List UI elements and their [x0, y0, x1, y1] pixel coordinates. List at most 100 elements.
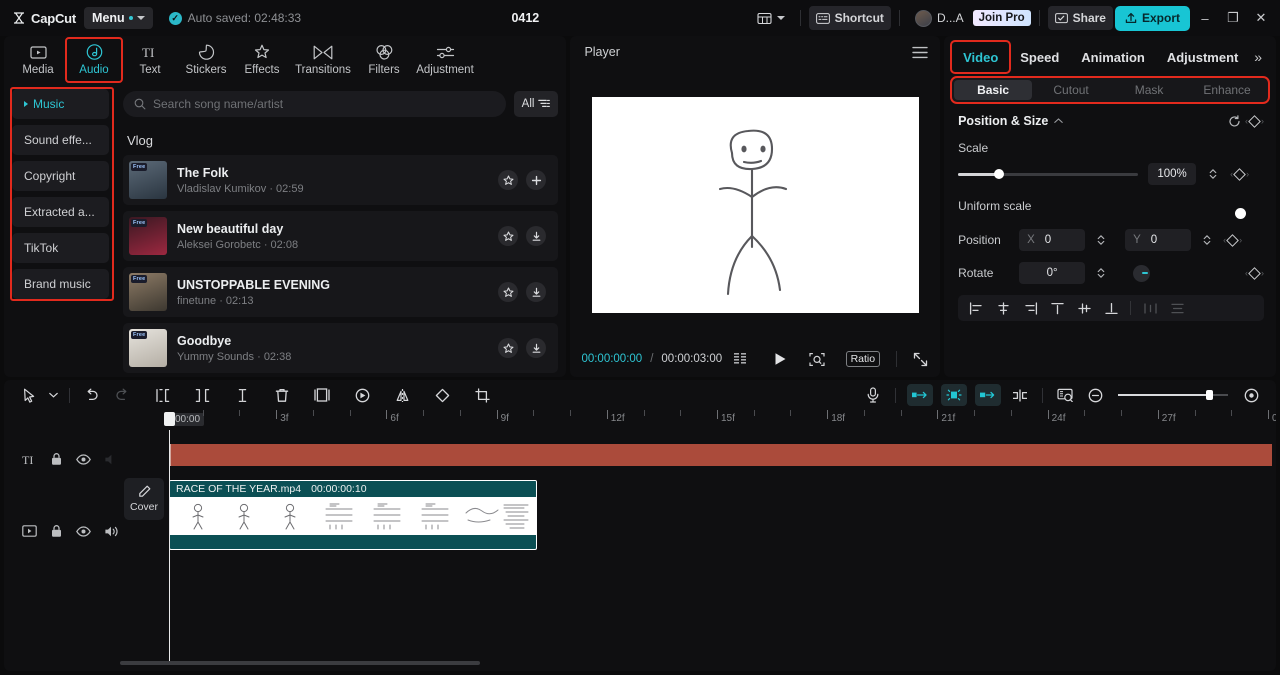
close-button[interactable]: ✕: [1248, 5, 1274, 31]
align-top-icon[interactable]: [1045, 297, 1069, 319]
position-x-stepper[interactable]: [1094, 234, 1108, 246]
distribute-horizontal-icon[interactable]: [1138, 297, 1162, 319]
playhead[interactable]: [164, 412, 175, 661]
delete-icon[interactable]: [267, 382, 297, 408]
lock-icon[interactable]: [50, 452, 63, 466]
trim-right-icon[interactable]: [227, 382, 257, 408]
subtab-basic[interactable]: Basic: [954, 80, 1033, 100]
eye-icon[interactable]: [76, 525, 91, 537]
align-middle-icon[interactable]: [1072, 297, 1096, 319]
crop-icon[interactable]: [467, 382, 497, 408]
category-sound-effects[interactable]: Sound effe...: [12, 125, 109, 155]
tab-effects[interactable]: Effects: [234, 38, 290, 82]
favorite-button[interactable]: [498, 338, 519, 358]
category-copyright[interactable]: Copyright: [12, 161, 109, 191]
category-brand-music[interactable]: Brand music: [12, 269, 109, 299]
tab-adjustment[interactable]: Adjustment: [1156, 42, 1250, 72]
favorite-button[interactable]: [498, 170, 519, 190]
rotate-dial[interactable]: [1133, 264, 1151, 282]
frames-view-icon[interactable]: [734, 352, 752, 366]
scale-slider-knob[interactable]: [994, 169, 1005, 179]
align-bottom-icon[interactable]: [1099, 297, 1123, 319]
menu-button[interactable]: Menu: [84, 7, 153, 29]
search-input[interactable]: [153, 97, 495, 111]
scale-slider[interactable]: [958, 169, 1139, 179]
tab-speed[interactable]: Speed: [1009, 42, 1070, 72]
filter-all-button[interactable]: All: [513, 91, 559, 117]
freeze-frame-icon[interactable]: [307, 382, 337, 408]
list-item[interactable]: Free New beautiful day Aleksei Gorobetc …: [123, 211, 559, 261]
tab-video[interactable]: Video: [950, 40, 1012, 74]
account-button[interactable]: D...A: [908, 6, 971, 30]
timeline-horizontal-scrollbar[interactable]: [120, 661, 480, 665]
scale-value[interactable]: 100%: [1148, 163, 1197, 185]
join-pro-button[interactable]: Join Pro: [972, 10, 1031, 26]
maximize-button[interactable]: ❐: [1220, 5, 1246, 31]
tab-stickers[interactable]: Stickers: [178, 38, 234, 82]
download-button[interactable]: [526, 282, 547, 302]
reset-icon[interactable]: [1228, 114, 1241, 128]
tab-transitions[interactable]: Transitions: [290, 38, 356, 82]
split-clip-icon[interactable]: [1005, 382, 1035, 408]
preview-canvas[interactable]: [591, 96, 919, 313]
align-right-icon[interactable]: [1018, 297, 1042, 319]
tab-audio[interactable]: Audio: [65, 36, 123, 83]
align-center-horizontal-icon[interactable]: [991, 297, 1015, 319]
favorite-button[interactable]: [498, 226, 519, 246]
video-clip[interactable]: RACE OF THE YEAR.mp4 00:00:00:10: [169, 480, 537, 550]
subtab-mask[interactable]: Mask: [1110, 80, 1188, 100]
select-tool-dropdown-icon[interactable]: [44, 382, 62, 408]
text-track-clip[interactable]: [169, 444, 1272, 466]
rotate-value[interactable]: 0°: [1019, 262, 1086, 284]
lock-icon[interactable]: [50, 524, 63, 538]
tab-filters[interactable]: Filters: [356, 38, 412, 82]
redo-icon[interactable]: [107, 382, 137, 408]
timeline-zoom-slider[interactable]: [1118, 390, 1228, 400]
rotate-stepper[interactable]: [1094, 267, 1108, 279]
snap-right-icon[interactable]: [975, 384, 1001, 406]
subtab-cutout[interactable]: Cutout: [1032, 80, 1110, 100]
mirror-icon[interactable]: [387, 382, 417, 408]
thumbnail-toggle-icon[interactable]: [1050, 382, 1080, 408]
keyframe-control[interactable]: ‹ ›: [1245, 114, 1264, 128]
position-y-stepper[interactable]: [1200, 234, 1214, 246]
speaker-icon[interactable]: [104, 525, 120, 538]
ratio-button[interactable]: Ratio: [845, 351, 881, 367]
zoom-preview-icon[interactable]: [808, 352, 825, 367]
favorite-button[interactable]: [498, 282, 519, 302]
play-button[interactable]: [774, 352, 787, 366]
download-button[interactable]: [526, 338, 547, 358]
tab-text[interactable]: TI Text: [122, 38, 178, 82]
snap-center-icon[interactable]: [941, 384, 967, 406]
cover-button[interactable]: Cover: [124, 478, 164, 520]
scale-stepper[interactable]: [1206, 168, 1220, 180]
list-item[interactable]: Free Goodbye Yummy Sounds · 02:38: [123, 323, 559, 373]
position-x-field[interactable]: X 0: [1019, 229, 1086, 251]
collapse-chevron-icon[interactable]: [1054, 118, 1064, 124]
zoom-in-icon[interactable]: [1236, 382, 1266, 408]
list-item[interactable]: Free The Folk Vladislav Kumikov · 02:59: [123, 155, 559, 205]
rotate-keyframe-control[interactable]: ‹ ›: [1245, 266, 1264, 280]
more-tabs-icon[interactable]: »: [1254, 49, 1268, 65]
category-music[interactable]: Music: [12, 89, 109, 119]
subtab-enhance[interactable]: Enhance: [1188, 80, 1266, 100]
player-menu-icon[interactable]: [912, 46, 928, 59]
position-keyframe-control[interactable]: ‹ ›: [1223, 233, 1242, 247]
add-to-timeline-button[interactable]: [526, 170, 547, 190]
position-y-field[interactable]: Y 0: [1125, 229, 1192, 251]
reverse-icon[interactable]: [347, 382, 377, 408]
align-left-icon[interactable]: [964, 297, 988, 319]
timeline-canvas[interactable]: Cover RACE OF THE YEAR.mp4 00:00:00:10: [120, 412, 1276, 661]
category-tiktok[interactable]: TikTok: [12, 233, 109, 263]
search-box[interactable]: [123, 91, 506, 117]
category-extracted-audio[interactable]: Extracted a...: [12, 197, 109, 227]
share-button[interactable]: Share: [1047, 6, 1113, 30]
fullscreen-icon[interactable]: [913, 352, 928, 367]
eye-icon[interactable]: [76, 453, 91, 465]
layout-preset-button[interactable]: [750, 6, 792, 30]
snap-left-icon[interactable]: [907, 384, 933, 406]
playhead-handle[interactable]: [164, 412, 175, 426]
select-tool-icon[interactable]: [14, 382, 44, 408]
rotate-icon[interactable]: [427, 382, 457, 408]
scale-keyframe-control[interactable]: ‹ ›: [1230, 167, 1249, 181]
